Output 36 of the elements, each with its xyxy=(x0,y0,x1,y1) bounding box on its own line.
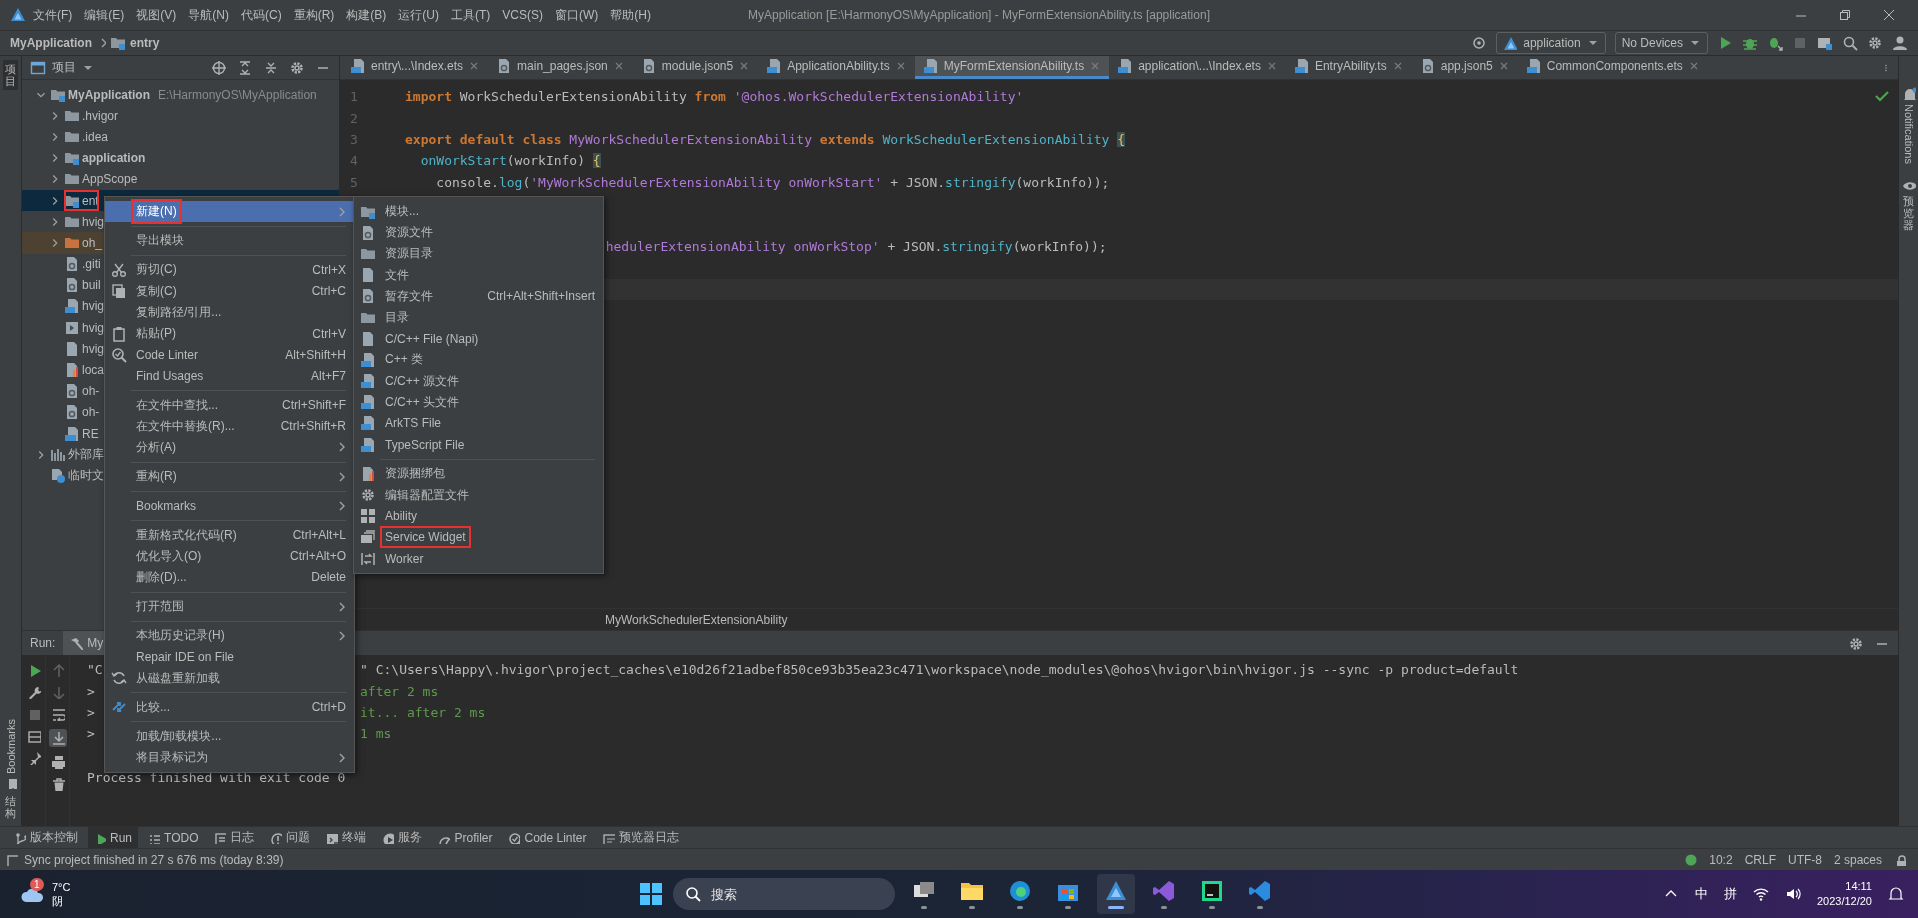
shortcut-text: Ctrl+X xyxy=(312,262,346,277)
line-number: 3 xyxy=(349,131,359,147)
console-text: > xyxy=(87,726,95,742)
code-line: console.log('MyWorkSchedulerExtensionAbility onWorkStart' + JSON.stringify(workInfo)); xyxy=(435,174,1110,190)
shortcut-text: Ctrl+C xyxy=(311,284,346,299)
console-text: > xyxy=(87,704,95,720)
weather-text: 阴 xyxy=(52,894,64,908)
line-number: 5 xyxy=(349,174,359,190)
temperature-text: 7°C xyxy=(52,880,71,894)
shortcut-text: Ctrl+Alt+L xyxy=(292,528,346,543)
line-number: 1 xyxy=(349,89,359,105)
console-text: after 2 ms xyxy=(360,683,439,699)
window-title: MyApplication [E:\HarmonyOS\MyApplication] - MyFormExtensionAbility.ts [application] xyxy=(747,8,1211,22)
shortcut-text: Ctrl+V xyxy=(312,326,346,341)
console-text: 1 ms xyxy=(360,726,392,742)
line-number: 4 xyxy=(349,153,359,169)
console-text: " C:\Users\Happy\.hvigor\project_caches\e10d26f21adbef850ce93b35ea23c471\workspace\node_modules\@ohos\hvigor\bin\hvigor.js --sync -p product=default xyxy=(360,662,1519,678)
panel-title: Run: xyxy=(30,636,56,650)
code-line: export default class MyWorkSchedulerExtensionAbility extends WorkSchedulerExtensionAbility { xyxy=(404,131,1126,147)
notification-badge: 1 xyxy=(30,878,44,891)
shortcut-text: Alt+Shift+H xyxy=(285,347,346,362)
shortcut-text: Ctrl+Alt+Shift+Insert xyxy=(487,289,595,304)
shortcut-text: Alt+F7 xyxy=(311,368,346,383)
shortcut-text: Ctrl+Shift+R xyxy=(280,419,346,434)
shortcut-text: Ctrl+Alt+O xyxy=(290,549,346,564)
shortcut-text: Delete xyxy=(311,570,346,585)
line-number: 2 xyxy=(349,110,359,126)
code-line: import WorkSchedulerExtensionAbility from '@ohos.WorkSchedulerExtensionAbility' xyxy=(404,89,1024,105)
code-line: hedulerExtensionAbility onWorkStop' + JSON.stringify(workInfo)); xyxy=(605,238,1107,254)
shortcut-text: Ctrl+Shift+F xyxy=(281,398,346,413)
status-message: Sync project finished in 27 s 676 ms (today 8:39) xyxy=(24,852,284,867)
console-text: "C xyxy=(87,662,103,678)
console-text: it... after 2 ms xyxy=(360,704,486,720)
shortcut-text: Ctrl+D xyxy=(311,700,346,715)
code-line: onWorkStart(workInfo) { xyxy=(419,153,601,169)
console-text: > xyxy=(87,683,95,699)
